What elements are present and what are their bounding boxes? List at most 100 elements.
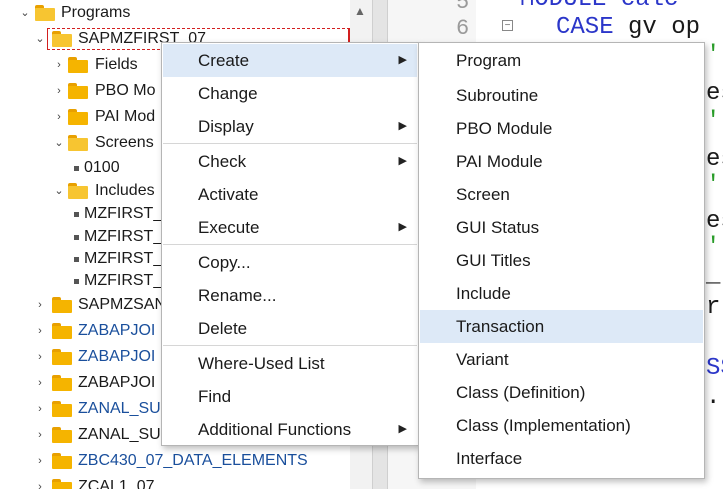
menu-item-label: GUI Status xyxy=(456,218,540,237)
submenu-item-include[interactable]: Include xyxy=(420,277,703,310)
menu-item-activate[interactable]: Activate xyxy=(163,178,417,211)
collapsed-arrow-icon[interactable]: › xyxy=(33,450,47,472)
expanded-arrow-icon[interactable]: ⌄ xyxy=(52,132,66,154)
menu-item-label: Change xyxy=(198,84,258,103)
scroll-up-icon[interactable]: ▲ xyxy=(354,4,366,18)
create-submenu[interactable]: Program Subroutine PBO Module PAI Module… xyxy=(418,42,705,479)
menu-item-find[interactable]: Find xyxy=(163,380,417,413)
menu-item-create[interactable]: Create ▶ xyxy=(163,44,417,77)
menu-item-label: Transaction xyxy=(456,317,545,336)
collapsed-arrow-icon[interactable]: › xyxy=(33,398,47,420)
menu-item-execute[interactable]: Execute ▶ xyxy=(163,211,417,244)
menu-separator xyxy=(163,143,417,144)
collapsed-arrow-icon[interactable]: › xyxy=(33,372,47,394)
menu-item-check[interactable]: Check ▶ xyxy=(163,145,417,178)
collapsed-arrow-icon[interactable]: › xyxy=(33,476,47,489)
folder-icon xyxy=(52,297,72,313)
code-keyword: CASE xyxy=(556,14,614,41)
menu-item-change[interactable]: Change xyxy=(163,77,417,110)
submenu-arrow-icon: ▶ xyxy=(398,423,407,435)
folder-open-icon xyxy=(35,5,55,21)
collapsed-arrow-icon[interactable]: › xyxy=(52,54,66,76)
menu-item-label: Include xyxy=(456,284,511,303)
menu-item-label: Subroutine xyxy=(456,86,539,105)
folder-open-icon xyxy=(68,135,88,151)
tree-node-label: ZABAPJOI xyxy=(78,348,156,365)
menu-item-label: Interface xyxy=(456,449,523,468)
submenu-arrow-icon: ▶ xyxy=(398,221,407,233)
folder-icon xyxy=(68,57,88,73)
tree-node-label: PAI Mod xyxy=(95,108,156,125)
submenu-item-subroutine[interactable]: Subroutine xyxy=(420,79,703,112)
menu-item-label: Class (Implementation) xyxy=(456,416,631,435)
tree-node-label: ZCAL1_07 xyxy=(78,478,155,489)
folder-icon xyxy=(68,83,88,99)
menu-separator xyxy=(163,244,417,245)
menu-item-delete[interactable]: Delete xyxy=(163,312,417,345)
menu-item-label: Execute xyxy=(198,218,260,237)
menu-item-copy[interactable]: Copy... xyxy=(163,246,417,279)
tree-node-label: ZANAL_SU xyxy=(78,426,161,443)
code-line-module: MODULE calc xyxy=(520,0,678,13)
menu-item-additional-functions[interactable]: Additional Functions ▶ xyxy=(163,413,417,446)
menu-item-rename[interactable]: Rename... xyxy=(163,279,417,312)
tree-node-label: SAPMZSAN xyxy=(78,296,167,313)
folder-icon xyxy=(52,453,72,469)
folder-open-icon xyxy=(52,31,72,47)
code-fragment: es xyxy=(706,80,723,107)
menu-item-label: Create xyxy=(198,51,250,70)
collapsed-arrow-icon[interactable]: › xyxy=(33,424,47,446)
menu-item-label: Find xyxy=(198,387,232,406)
submenu-item-gui-status[interactable]: GUI Status xyxy=(420,211,703,244)
menu-item-where-used-list[interactable]: Where-Used List xyxy=(163,347,417,380)
tree-node-zcal1-07[interactable]: › ZCAL1_07 xyxy=(0,476,350,489)
submenu-item-class-definition[interactable]: Class (Definition) xyxy=(420,376,703,409)
submenu-item-screen[interactable]: Screen xyxy=(420,178,703,211)
submenu-item-class-implementation[interactable]: Class (Implementation) xyxy=(420,409,703,442)
bullet-icon xyxy=(74,235,79,240)
submenu-item-interface[interactable]: Interface xyxy=(420,442,703,475)
menu-item-label: Screen xyxy=(456,185,510,204)
tree-node-label: 0100 xyxy=(84,159,120,176)
context-menu[interactable]: Create ▶ Change Display ▶ Check ▶ Activa… xyxy=(161,42,419,446)
code-line-case: CASE gv op xyxy=(556,14,700,41)
tree-node-label: ZANAL_SU xyxy=(78,400,161,417)
submenu-item-transaction[interactable]: Transaction xyxy=(420,310,703,343)
tree-node-label: Programs xyxy=(61,4,131,21)
submenu-item-variant[interactable]: Variant xyxy=(420,343,703,376)
line-number: 5 xyxy=(456,0,470,15)
expanded-arrow-icon[interactable]: ⌄ xyxy=(33,28,47,50)
menu-item-label: Check xyxy=(198,152,247,171)
code-fragment: es xyxy=(706,208,723,235)
collapsed-arrow-icon[interactable]: › xyxy=(33,294,47,316)
expanded-arrow-icon[interactable]: ⌄ xyxy=(18,2,32,24)
tree-node-label: MZFIRST_ xyxy=(84,205,163,222)
menu-item-display[interactable]: Display ▶ xyxy=(163,110,417,143)
tree-node-programs[interactable]: ⌄ Programs xyxy=(0,2,350,24)
code-fragment: ' xyxy=(706,42,721,69)
bullet-icon xyxy=(74,166,79,171)
collapsed-arrow-icon[interactable]: › xyxy=(33,320,47,342)
submenu-arrow-icon: ▶ xyxy=(398,54,407,66)
expanded-arrow-icon[interactable]: ⌄ xyxy=(52,180,66,202)
fold-toggle-icon[interactable]: − xyxy=(502,20,513,31)
collapsed-arrow-icon[interactable]: › xyxy=(52,80,66,102)
tree-node-label: ZABAPJOI xyxy=(78,322,156,339)
tree-node-label: MZFIRST_ xyxy=(84,272,163,289)
submenu-item-program[interactable]: Program xyxy=(420,44,703,77)
tree-node-zbc430[interactable]: › ZBC430_07_DATA_ELEMENTS xyxy=(0,450,350,472)
collapsed-arrow-icon[interactable]: › xyxy=(52,106,66,128)
submenu-item-gui-titles[interactable]: GUI Titles xyxy=(420,244,703,277)
menu-item-label: Variant xyxy=(456,350,509,369)
menu-item-label: Class (Definition) xyxy=(456,383,586,402)
menu-item-label: Additional Functions xyxy=(198,420,352,439)
tree-node-label: PBO Mo xyxy=(95,82,156,99)
collapsed-arrow-icon[interactable]: › xyxy=(33,346,47,368)
submenu-item-pbo-module[interactable]: PBO Module xyxy=(420,112,703,145)
submenu-item-pai-module[interactable]: PAI Module xyxy=(420,145,703,178)
submenu-arrow-icon: ▶ xyxy=(398,155,407,167)
menu-item-label: Where-Used List xyxy=(198,354,325,373)
tree-node-label: Screens xyxy=(95,134,154,151)
menu-item-label: PAI Module xyxy=(456,152,543,171)
menu-item-label: GUI Titles xyxy=(456,251,531,270)
